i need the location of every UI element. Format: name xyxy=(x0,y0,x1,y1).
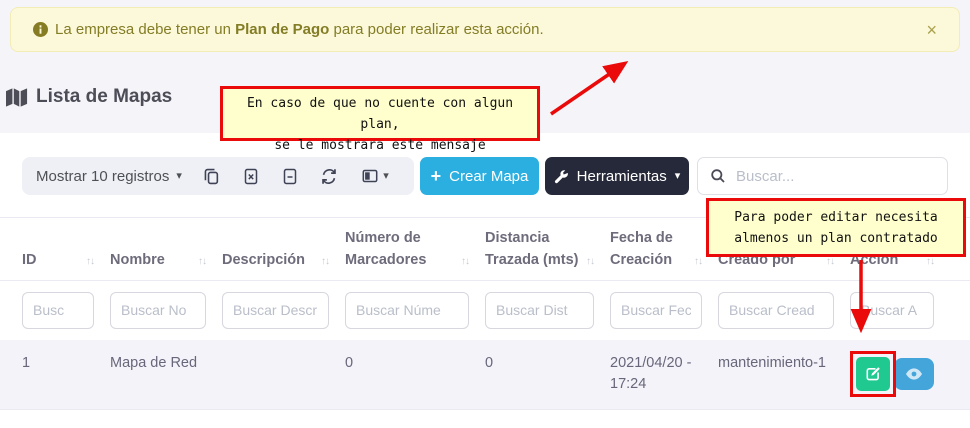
search-input[interactable] xyxy=(736,168,935,185)
filter-input-fecha[interactable] xyxy=(610,292,702,329)
sort-icon[interactable]: ↑↓ xyxy=(694,254,702,272)
copy-icon xyxy=(203,168,220,185)
cell-descripcion xyxy=(222,340,345,410)
show-entries-dropdown[interactable]: Mostrar 10 registros ▾ xyxy=(36,168,182,185)
filter-input-id[interactable] xyxy=(22,292,94,329)
caret-down-icon: ▾ xyxy=(176,171,182,182)
sort-icon[interactable]: ↑↓ xyxy=(198,254,206,272)
datatable-button-group: Mostrar 10 registros ▾ ▾ xyxy=(22,157,414,195)
copy-button[interactable] xyxy=(203,168,220,185)
table-toolbar: Mostrar 10 registros ▾ ▾ xyxy=(22,157,948,195)
edit-map-button[interactable] xyxy=(856,357,890,391)
caret-down-icon: ▾ xyxy=(383,171,389,182)
export-file-button[interactable] xyxy=(282,168,298,185)
filter-input-marcadores[interactable] xyxy=(345,292,469,329)
cell-creado-por: mantenimiento-1 xyxy=(718,340,850,410)
column-header-marcadores[interactable]: Número de Marcadores↑↓ xyxy=(345,218,485,280)
view-map-button[interactable] xyxy=(894,358,934,390)
close-icon[interactable]: × xyxy=(926,21,937,39)
cell-id: 1 xyxy=(22,340,110,410)
sort-icon[interactable]: ↑↓ xyxy=(86,254,94,272)
filter-input-creado-por[interactable] xyxy=(718,292,834,329)
file-text-icon xyxy=(282,168,298,185)
sort-icon[interactable]: ↑↓ xyxy=(321,254,329,272)
cell-marcadores: 0 xyxy=(345,340,485,410)
eye-icon xyxy=(905,367,923,381)
filter-input-nombre[interactable] xyxy=(110,292,206,329)
map-icon xyxy=(6,88,28,107)
edit-icon xyxy=(865,366,881,382)
page-title: Lista de Mapas xyxy=(6,86,172,108)
column-header-fecha[interactable]: Fecha de Creación↑↓ xyxy=(610,218,718,280)
info-icon xyxy=(33,22,48,37)
search-icon xyxy=(710,168,726,184)
plus-icon: + xyxy=(431,167,442,185)
export-excel-button[interactable] xyxy=(243,168,259,185)
sort-icon[interactable]: ↑↓ xyxy=(461,254,469,272)
filter-input-descripcion[interactable] xyxy=(222,292,329,329)
column-header-distancia[interactable]: Distancia Trazada (mts)↑↓ xyxy=(485,218,610,280)
search-box xyxy=(697,157,948,195)
filter-input-distancia[interactable] xyxy=(485,292,594,329)
table-row: 1 Mapa de Red 0 0 2021/04/20 - 17:24 man… xyxy=(0,340,970,411)
column-header-descripcion[interactable]: Descripción↑↓ xyxy=(222,218,345,280)
content-card: Mostrar 10 registros ▾ ▾ xyxy=(0,133,970,428)
create-map-button[interactable]: + Crear Mapa xyxy=(420,157,539,195)
wrench-icon xyxy=(554,169,569,184)
page-title-text: Lista de Mapas xyxy=(36,86,172,108)
excel-file-icon xyxy=(243,168,259,185)
cell-distancia: 0 xyxy=(485,340,610,410)
refresh-icon xyxy=(320,168,338,185)
create-map-label: Crear Mapa xyxy=(449,168,528,185)
refresh-button[interactable] xyxy=(320,168,338,185)
export-icons: ▾ xyxy=(192,168,400,185)
tools-label: Herramientas xyxy=(577,168,667,185)
cell-actions xyxy=(850,340,950,410)
cell-nombre: Mapa de Red xyxy=(110,340,222,410)
annotation-note-plan-message: En caso de que no cuente con algun plan,… xyxy=(220,86,540,141)
columns-icon xyxy=(361,168,379,184)
filter-input-accion[interactable] xyxy=(850,292,934,329)
cell-fecha: 2021/04/20 - 17:24 xyxy=(610,340,718,410)
column-visibility-button[interactable]: ▾ xyxy=(361,168,389,184)
sort-icon[interactable]: ↑↓ xyxy=(586,254,594,272)
annotation-note-edit-plan: Para poder editar necesita almenos un pl… xyxy=(706,198,966,257)
alert-message: La empresa debe tener un Plan de Pago pa… xyxy=(55,21,544,38)
payment-plan-alert: La empresa debe tener un Plan de Pago pa… xyxy=(10,7,960,52)
column-header-id[interactable]: ID↑↓ xyxy=(22,218,110,280)
column-header-nombre[interactable]: Nombre↑↓ xyxy=(110,218,222,280)
caret-down-icon: ▾ xyxy=(675,171,681,182)
annotation-highlight-box xyxy=(850,351,896,397)
tools-dropdown-button[interactable]: Herramientas ▾ xyxy=(545,157,689,195)
table-filter-row xyxy=(0,281,970,340)
show-entries-label: Mostrar 10 registros xyxy=(36,168,169,185)
